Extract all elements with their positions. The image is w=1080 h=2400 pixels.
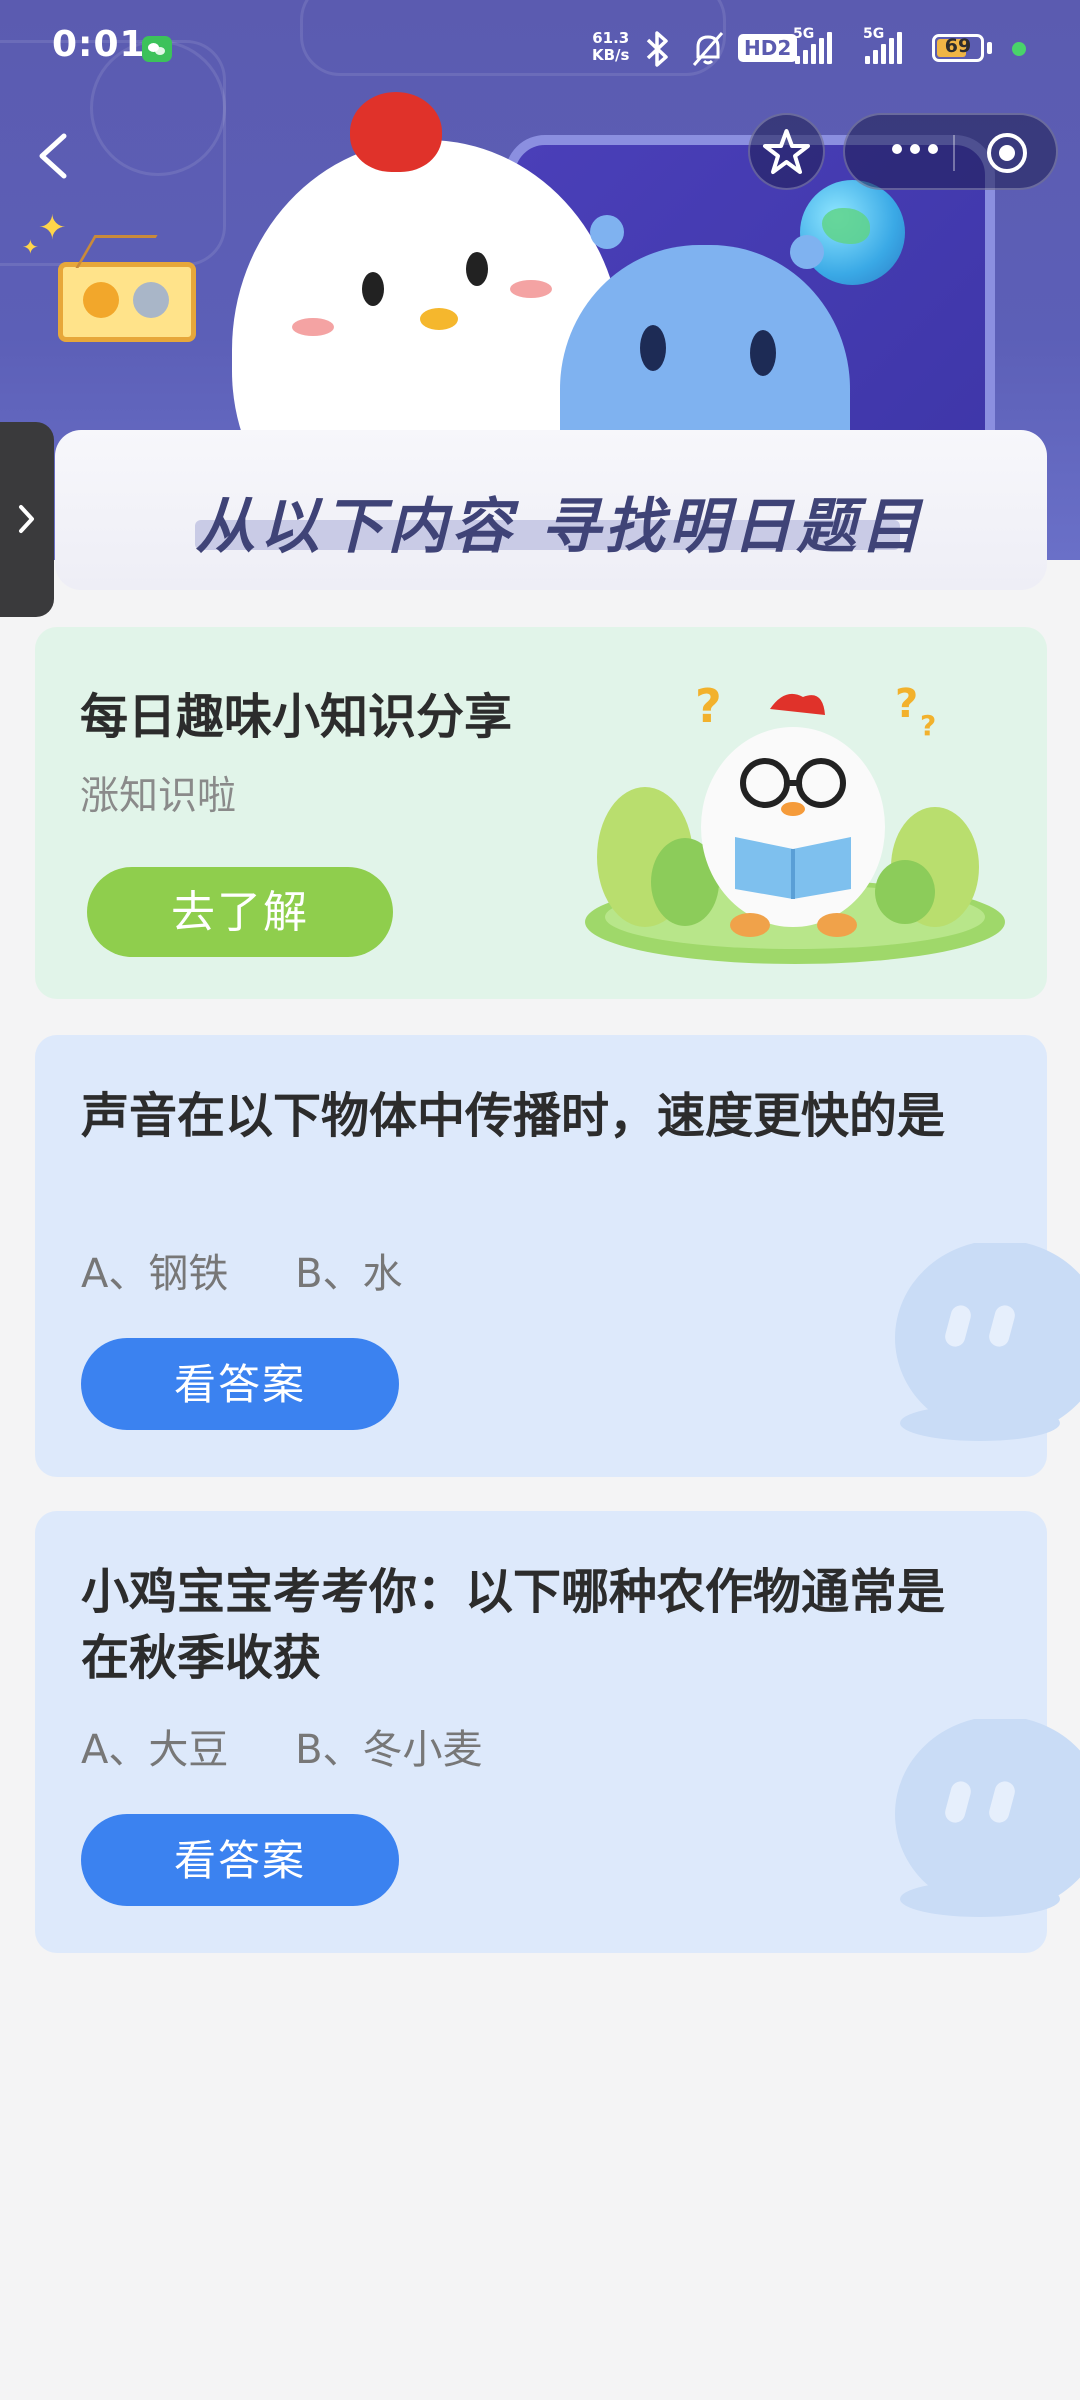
chicken-cheek (292, 318, 334, 336)
battery-icon: 69 (932, 34, 984, 62)
gold-medal-icon (83, 282, 119, 318)
star-icon (763, 129, 810, 174)
view-answer-button[interactable]: 看答案 (81, 1814, 399, 1906)
mini-program-capsule (843, 113, 1058, 190)
network-speed-unit: KB/s (592, 46, 630, 64)
option-b: B、冬小麦 (295, 1727, 483, 1773)
option-a: A、钢铁 (81, 1251, 229, 1297)
chicken-cheek (510, 280, 552, 298)
chat-bubble-icon (895, 1243, 1080, 1441)
network-speed: 61.3 KB/s (592, 30, 629, 64)
fun-fact-card[interactable]: 每日趣味小知识分享 涨知识啦 去了解 ? ? ? (35, 627, 1047, 999)
wechat-notification-icon (142, 36, 172, 62)
more-dots-icon (892, 144, 938, 154)
chicken-comb (350, 92, 442, 172)
reading-chicken-illustration: ? ? ? (585, 679, 1005, 964)
alien-eye (750, 330, 776, 376)
bluetooth-icon (640, 30, 674, 68)
fun-fact-subtitle: 涨知识啦 (80, 774, 237, 819)
sim1-network-label: 5G (793, 26, 815, 42)
battery-cap (987, 42, 992, 54)
capsule-divider (953, 135, 955, 171)
side-drawer-tab[interactable] (0, 422, 54, 617)
chat-bubble-icon (895, 1719, 1080, 1917)
chicken-eye (362, 272, 384, 306)
battery-level: 69 (944, 35, 972, 57)
option-b: B、水 (295, 1251, 403, 1297)
back-button[interactable] (30, 120, 80, 190)
learn-more-button[interactable]: 去了解 (87, 867, 393, 957)
signal-strength-icon: 5G (793, 26, 832, 64)
question-options: A、大豆 B、冬小麦 (81, 1717, 537, 1775)
alien-antenna (590, 215, 624, 249)
question-options: A、钢铁 B、水 (81, 1241, 457, 1299)
sparkle-icon: ✦ (22, 235, 39, 259)
signal-strength-icon: 5G (863, 26, 902, 64)
alien-eye (640, 325, 666, 371)
medal-frame-icon (58, 262, 196, 342)
question-title: 小鸡宝宝考考你：以下哪种农作物通常是在秋季收获 (81, 1564, 946, 1686)
status-bar: 0:01 61.3 KB/s HD2 5G 5G 69 (0, 0, 1080, 100)
more-button[interactable] (875, 135, 955, 171)
fun-fact-title: 每日趣味小知识分享 (80, 689, 513, 745)
question-card: 声音在以下物体中传播时，速度更快的是 A、钢铁 B、水 看答案 (35, 1035, 1080, 1477)
sim2-network-label: 5G (863, 26, 885, 42)
silver-medal-icon (133, 282, 169, 318)
chicken-eye (466, 252, 488, 286)
sparkle-icon: ✦ (38, 208, 67, 248)
chevron-left-icon (39, 133, 67, 179)
question-card: 小鸡宝宝考考你：以下哪种农作物通常是在秋季收获 A、大豆 B、冬小麦 看答案 (35, 1511, 1080, 1953)
banner-title: 从以下内容 寻找明日题目 (195, 492, 925, 562)
globe-icon (800, 180, 905, 285)
svg-text:?: ? (920, 709, 936, 742)
svg-text:?: ? (695, 679, 722, 733)
svg-text:?: ? (895, 681, 918, 727)
question-title: 声音在以下物体中传播时，速度更快的是 (81, 1088, 946, 1144)
chevron-right-icon (19, 505, 34, 533)
privacy-indicator-dot (1012, 42, 1026, 56)
close-mini-program-button[interactable] (985, 131, 1029, 175)
option-a: A、大豆 (81, 1727, 229, 1773)
chicken-beak (420, 308, 458, 330)
network-speed-value: 61.3 (592, 29, 630, 47)
view-answer-button[interactable]: 看答案 (81, 1338, 399, 1430)
target-close-icon (987, 133, 1027, 173)
status-time: 0:01 (52, 24, 146, 65)
hd-voice-badge: HD2 (738, 34, 798, 62)
mute-bell-icon (688, 30, 728, 68)
alien-antenna (790, 235, 824, 269)
favorite-button[interactable] (748, 113, 825, 190)
